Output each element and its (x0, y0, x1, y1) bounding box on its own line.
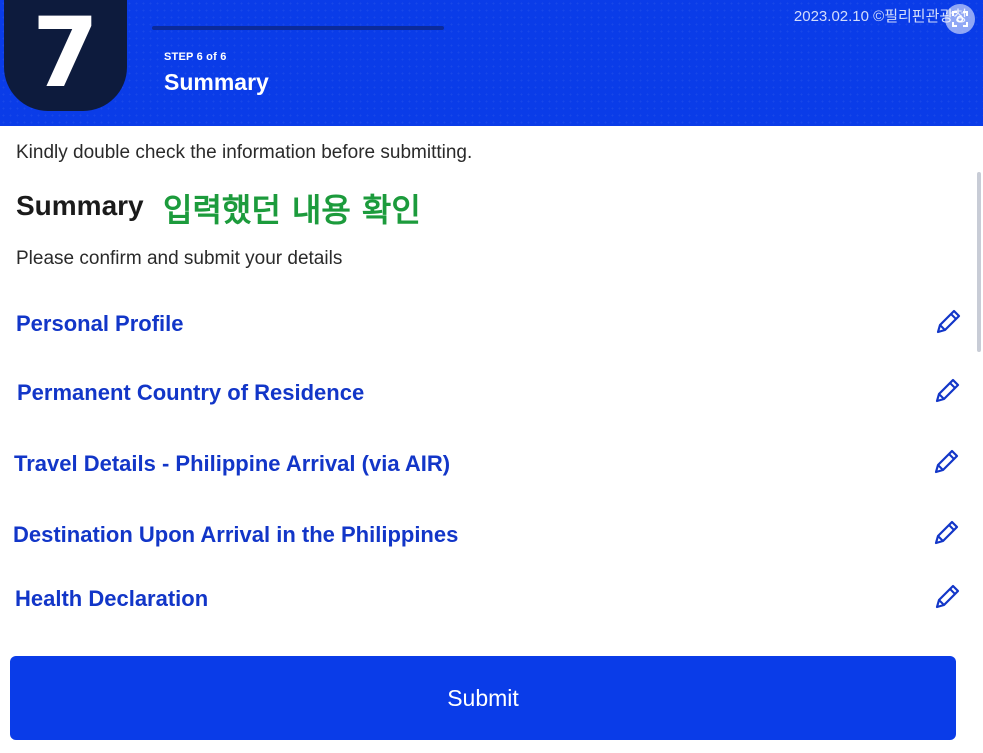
section-travel-details: Travel Details - Philippine Arrival (via… (0, 443, 975, 483)
section-permanent-country: Permanent Country of Residence (0, 372, 975, 412)
pencil-icon (936, 309, 961, 334)
pencil-icon (935, 584, 960, 609)
section-destination: Destination Upon Arrival in the Philippi… (0, 514, 975, 554)
korean-annotation: 입력했던 내용 확인 (163, 191, 421, 229)
submit-button[interactable]: Submit (10, 656, 956, 740)
progress-bar (152, 26, 444, 30)
scan-icon-glyph (952, 11, 968, 27)
pencil-icon (934, 520, 959, 545)
watermark-text: 2023.02.10 ©필리핀관광청 (793, 8, 967, 25)
page-header: 7 STEP 6 of 6 Summary 2023.02.10 ©필리핀관광청 (0, 0, 983, 126)
pencil-icon (934, 449, 959, 474)
pencil-icon (935, 378, 960, 403)
scan-icon[interactable] (945, 4, 975, 34)
edit-health-declaration-button[interactable] (932, 582, 962, 612)
section-personal-profile: Personal Profile (0, 303, 975, 343)
step-number-badge: 7 (4, 0, 127, 111)
intro-text: Kindly double check the information befo… (16, 142, 473, 163)
edit-destination-button[interactable] (931, 518, 961, 548)
edit-permanent-country-button[interactable] (932, 376, 962, 406)
step-indicator: STEP 6 of 6 (164, 51, 227, 63)
edit-travel-details-button[interactable] (931, 447, 961, 477)
step-number: 7 (32, 0, 99, 109)
section-label: Permanent Country of Residence (17, 380, 365, 405)
edit-personal-profile-button[interactable] (933, 307, 963, 337)
section-label: Destination Upon Arrival in the Philippi… (13, 522, 459, 547)
scrollbar[interactable] (977, 172, 981, 352)
section-label: Personal Profile (16, 311, 184, 336)
section-label: Health Declaration (15, 586, 209, 611)
summary-heading: Summary (16, 190, 144, 221)
confirm-text: Please confirm and submit your details (16, 248, 343, 269)
section-health-declaration: Health Declaration (0, 578, 975, 618)
section-label: Travel Details - Philippine Arrival (via… (14, 451, 451, 476)
page-title: Summary (164, 69, 269, 95)
